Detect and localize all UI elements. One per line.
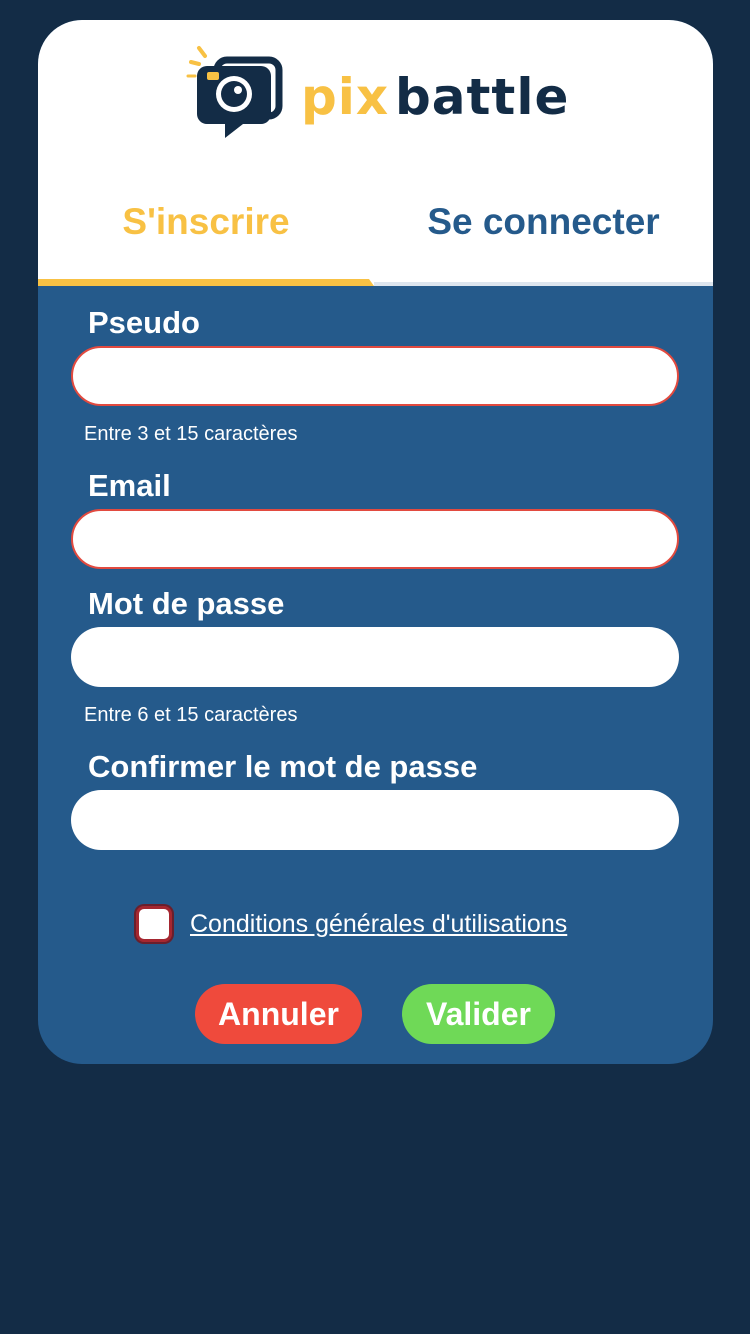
validate-button[interactable]: Valider [402,984,555,1044]
pseudo-hint: Entre 3 et 15 caractères [84,423,298,445]
password-input[interactable] [71,627,679,687]
logo-text-pix: pix [301,68,390,126]
terms-checkbox[interactable] [136,906,172,942]
password-hint: Entre 6 et 15 caractères [84,704,298,726]
tab-login[interactable]: Se connecter [374,190,713,254]
password-label: Mot de passe [88,586,285,621]
terms-link[interactable]: Conditions générales d'utilisations [190,908,567,940]
active-tab-indicator [38,279,374,286]
pseudo-label: Pseudo [88,305,200,340]
confirm-password-label: Confirmer le mot de passe [88,749,478,784]
logo-text-battle: battle [395,68,570,126]
signup-card: pix battle S'inscrire Se connecter Pseud… [38,20,713,1064]
email-input[interactable] [71,509,679,569]
card-header: pix battle S'inscrire Se connecter [38,20,713,286]
camera-speech-bubble-icon [186,46,283,138]
confirm-password-input[interactable] [71,790,679,850]
pixbattle-logo: pix battle [183,42,573,152]
email-label: Email [88,468,171,503]
pseudo-input[interactable] [71,346,679,406]
tab-signup[interactable]: S'inscrire [38,190,374,254]
cancel-button[interactable]: Annuler [195,984,362,1044]
tab-divider [374,282,713,286]
